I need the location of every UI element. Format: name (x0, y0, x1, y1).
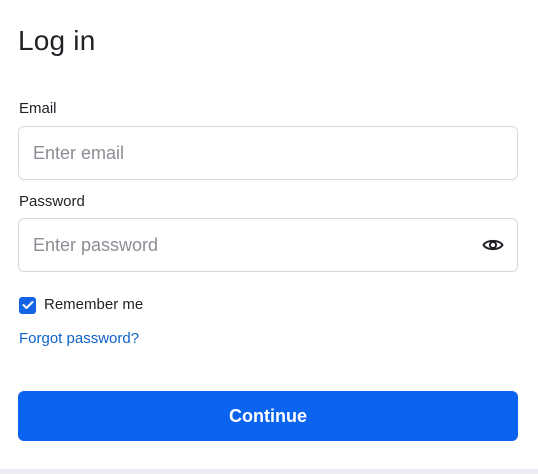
email-input[interactable] (18, 126, 518, 180)
page-title: Log in (18, 25, 96, 56)
checkmark-icon (22, 301, 33, 309)
password-label: Password (19, 193, 85, 210)
continue-button[interactable]: Continue (18, 391, 518, 441)
eye-icon (482, 239, 504, 251)
show-password-button[interactable] (478, 230, 508, 260)
password-input[interactable] (18, 218, 518, 272)
remember-me-checkbox[interactable] (19, 296, 36, 314)
remember-me-row[interactable]: Remember me (19, 296, 143, 314)
bottom-divider (0, 469, 538, 474)
email-label: Email (19, 100, 57, 117)
forgot-password-link[interactable]: Forgot password? (19, 330, 139, 348)
remember-me-label: Remember me (44, 296, 144, 313)
